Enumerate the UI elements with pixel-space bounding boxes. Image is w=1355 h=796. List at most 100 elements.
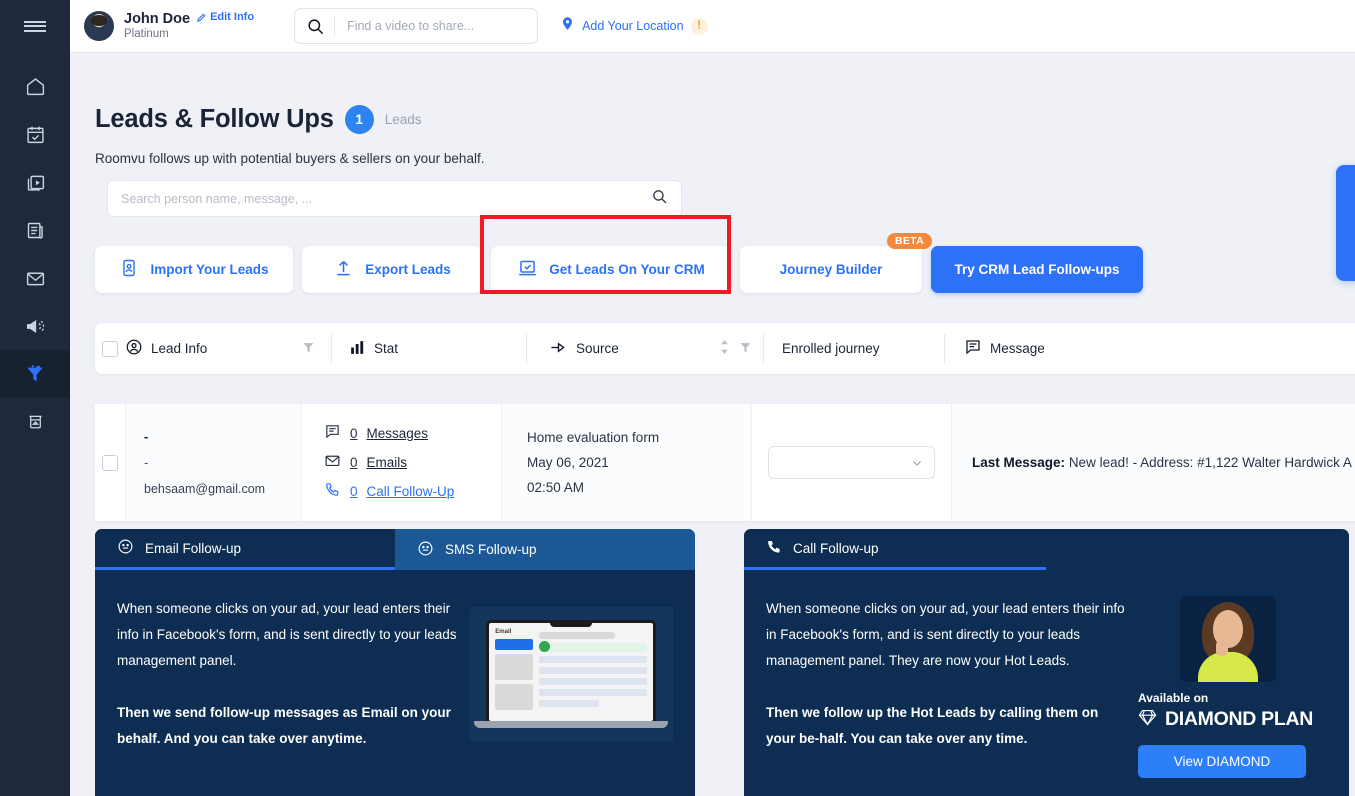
search-icon: [295, 17, 334, 36]
tab-email-followup[interactable]: Email Follow-up: [95, 529, 395, 570]
video-library-icon: [25, 172, 46, 193]
laptop-row: [539, 689, 647, 696]
sidebar-item-leads[interactable]: [0, 350, 70, 398]
stat-call-count[interactable]: 0: [350, 484, 358, 499]
edit-info-label: Edit Info: [210, 11, 254, 24]
laptop-compose-button: [495, 639, 533, 650]
sidebar-item-campaigns[interactable]: [0, 302, 70, 350]
journey-select[interactable]: [768, 446, 935, 479]
leads-count-badge: 1: [345, 105, 374, 134]
export-leads-button[interactable]: Export Leads: [302, 246, 482, 293]
page-body: Leads & Follow Ups 1 Leads Roomvu follow…: [70, 53, 1355, 796]
journey-builder-label: Journey Builder: [780, 262, 883, 277]
tab-sms-followup[interactable]: SMS Follow-up: [395, 529, 695, 570]
action-buttons: Import Your Leads Export Leads Get Leads…: [95, 246, 1355, 293]
try-crm-followups-label: Try CRM Lead Follow-ups: [954, 262, 1119, 277]
main-area: John Doe Edit Info Platinum: [70, 0, 1355, 796]
leads-count-label: Leads: [385, 112, 422, 127]
stat-call-followup[interactable]: 0 Call Follow-Up: [324, 477, 454, 506]
user-plan: Platinum: [124, 28, 254, 41]
email-followup-card: Email Follow-up SMS Follow-up When someo…: [95, 529, 695, 796]
laptop-base: [474, 721, 668, 728]
table-header: Lead Info Stat: [95, 323, 1355, 374]
app-root: John Doe Edit Info Platinum: [0, 0, 1355, 796]
enrolled-journey-cell: [751, 404, 951, 521]
card-tabs: Call Follow-up: [744, 529, 1349, 570]
stat-call-label[interactable]: Call Follow-Up: [367, 484, 455, 499]
filter-icon[interactable]: [739, 341, 752, 357]
mail-icon: [25, 268, 46, 289]
get-leads-crm-label: Get Leads On Your CRM: [549, 262, 705, 277]
laptop-row: [539, 656, 647, 663]
get-leads-crm-button[interactable]: Get Leads On Your CRM: [491, 246, 731, 293]
message-icon: [964, 338, 982, 359]
pencil-icon: [196, 12, 207, 23]
filter-icon[interactable]: [302, 341, 315, 357]
megaphone-icon: [25, 316, 46, 337]
add-location-button[interactable]: Add Your Location !: [560, 14, 707, 38]
column-source: Source: [576, 341, 619, 356]
sort-icon[interactable]: [719, 340, 730, 357]
card-tabs: Email Follow-up SMS Follow-up: [95, 529, 695, 570]
global-search[interactable]: [294, 8, 538, 44]
bar-chart-icon: [349, 339, 366, 359]
table-row: - - behsaam@gmail.com 0 Messages: [95, 404, 1355, 521]
stat-messages-label[interactable]: Messages: [367, 426, 429, 441]
lead-search[interactable]: [107, 180, 682, 217]
page-subtitle: Roomvu follows up with potential buyers …: [70, 134, 1355, 166]
stat-emails-count[interactable]: 0: [350, 455, 358, 470]
sidebar-item-calendar[interactable]: [0, 110, 70, 158]
phone-icon: [766, 539, 782, 558]
location-pin-icon: [560, 14, 575, 38]
support-agent-photo: [1180, 596, 1276, 682]
document-icon: [25, 220, 46, 241]
lead-name: -: [144, 424, 148, 450]
view-diamond-button[interactable]: View DIAMOND: [1138, 745, 1306, 778]
search-icon[interactable]: [651, 188, 668, 210]
sign-board-icon: [25, 412, 46, 433]
source-cell: Home evaluation form May 06, 2021 02:50 …: [501, 404, 751, 521]
tab-spacer: [1046, 529, 1349, 570]
email-card-paragraph-bold: Then we send follow-up messages as Email…: [117, 700, 458, 752]
sidebar-item-home[interactable]: [0, 62, 70, 110]
import-contact-icon: [119, 258, 139, 281]
sidebar-item-documents[interactable]: [0, 206, 70, 254]
home-icon: [25, 76, 46, 97]
hamburger-icon[interactable]: [0, 0, 70, 52]
lead-search-input[interactable]: [121, 192, 651, 206]
stat-cell: 0 Messages 0 Emails 0: [301, 404, 501, 521]
page-title: Leads & Follow Ups: [95, 105, 334, 134]
message-cell: Last Message: New lead! - Address: #1,12…: [951, 404, 1355, 521]
laptop-notch: [550, 620, 592, 627]
all-plans-float-tab[interactable]: All 10: [1336, 165, 1355, 281]
journey-builder-button[interactable]: Journey Builder BETA: [740, 246, 922, 293]
select-all-checkbox[interactable]: [102, 341, 118, 357]
stat-messages[interactable]: 0 Messages: [324, 419, 428, 448]
phone-icon: [324, 481, 341, 503]
avatar[interactable]: [84, 11, 114, 41]
call-card-paragraph: When someone clicks on your ad, your lea…: [766, 596, 1126, 674]
lead-email: behsaam@gmail.com: [144, 476, 265, 502]
stat-emails-label[interactable]: Emails: [367, 455, 408, 470]
import-leads-button[interactable]: Import Your Leads: [95, 246, 293, 293]
global-search-input[interactable]: [335, 9, 537, 43]
message-icon: [324, 423, 341, 445]
add-location-label: Add Your Location: [582, 19, 683, 33]
sidebar-item-mail[interactable]: [0, 254, 70, 302]
diamond-icon: [1138, 709, 1157, 731]
stat-messages-count[interactable]: 0: [350, 426, 358, 441]
tab-call-followup[interactable]: Call Follow-up: [744, 529, 1046, 570]
try-crm-followups-button[interactable]: Try CRM Lead Follow-ups: [931, 246, 1143, 293]
export-leads-label: Export Leads: [365, 262, 451, 277]
row-checkbox[interactable]: [102, 455, 118, 471]
sidebar-item-videos[interactable]: [0, 158, 70, 206]
edit-info-button[interactable]: Edit Info: [196, 11, 254, 24]
plan-name: DIAMOND PLAN: [1165, 708, 1313, 731]
laptop-active-row: [539, 643, 647, 652]
funnel-leads-icon: [24, 363, 46, 385]
sidebar-item-signboard[interactable]: [0, 398, 70, 446]
laptop-row: [539, 678, 647, 685]
call-card-paragraph-bold: Then we follow up the Hot Leads by calli…: [766, 700, 1126, 752]
stat-emails[interactable]: 0 Emails: [324, 448, 407, 477]
plan-row: DIAMOND PLAN: [1138, 708, 1313, 731]
